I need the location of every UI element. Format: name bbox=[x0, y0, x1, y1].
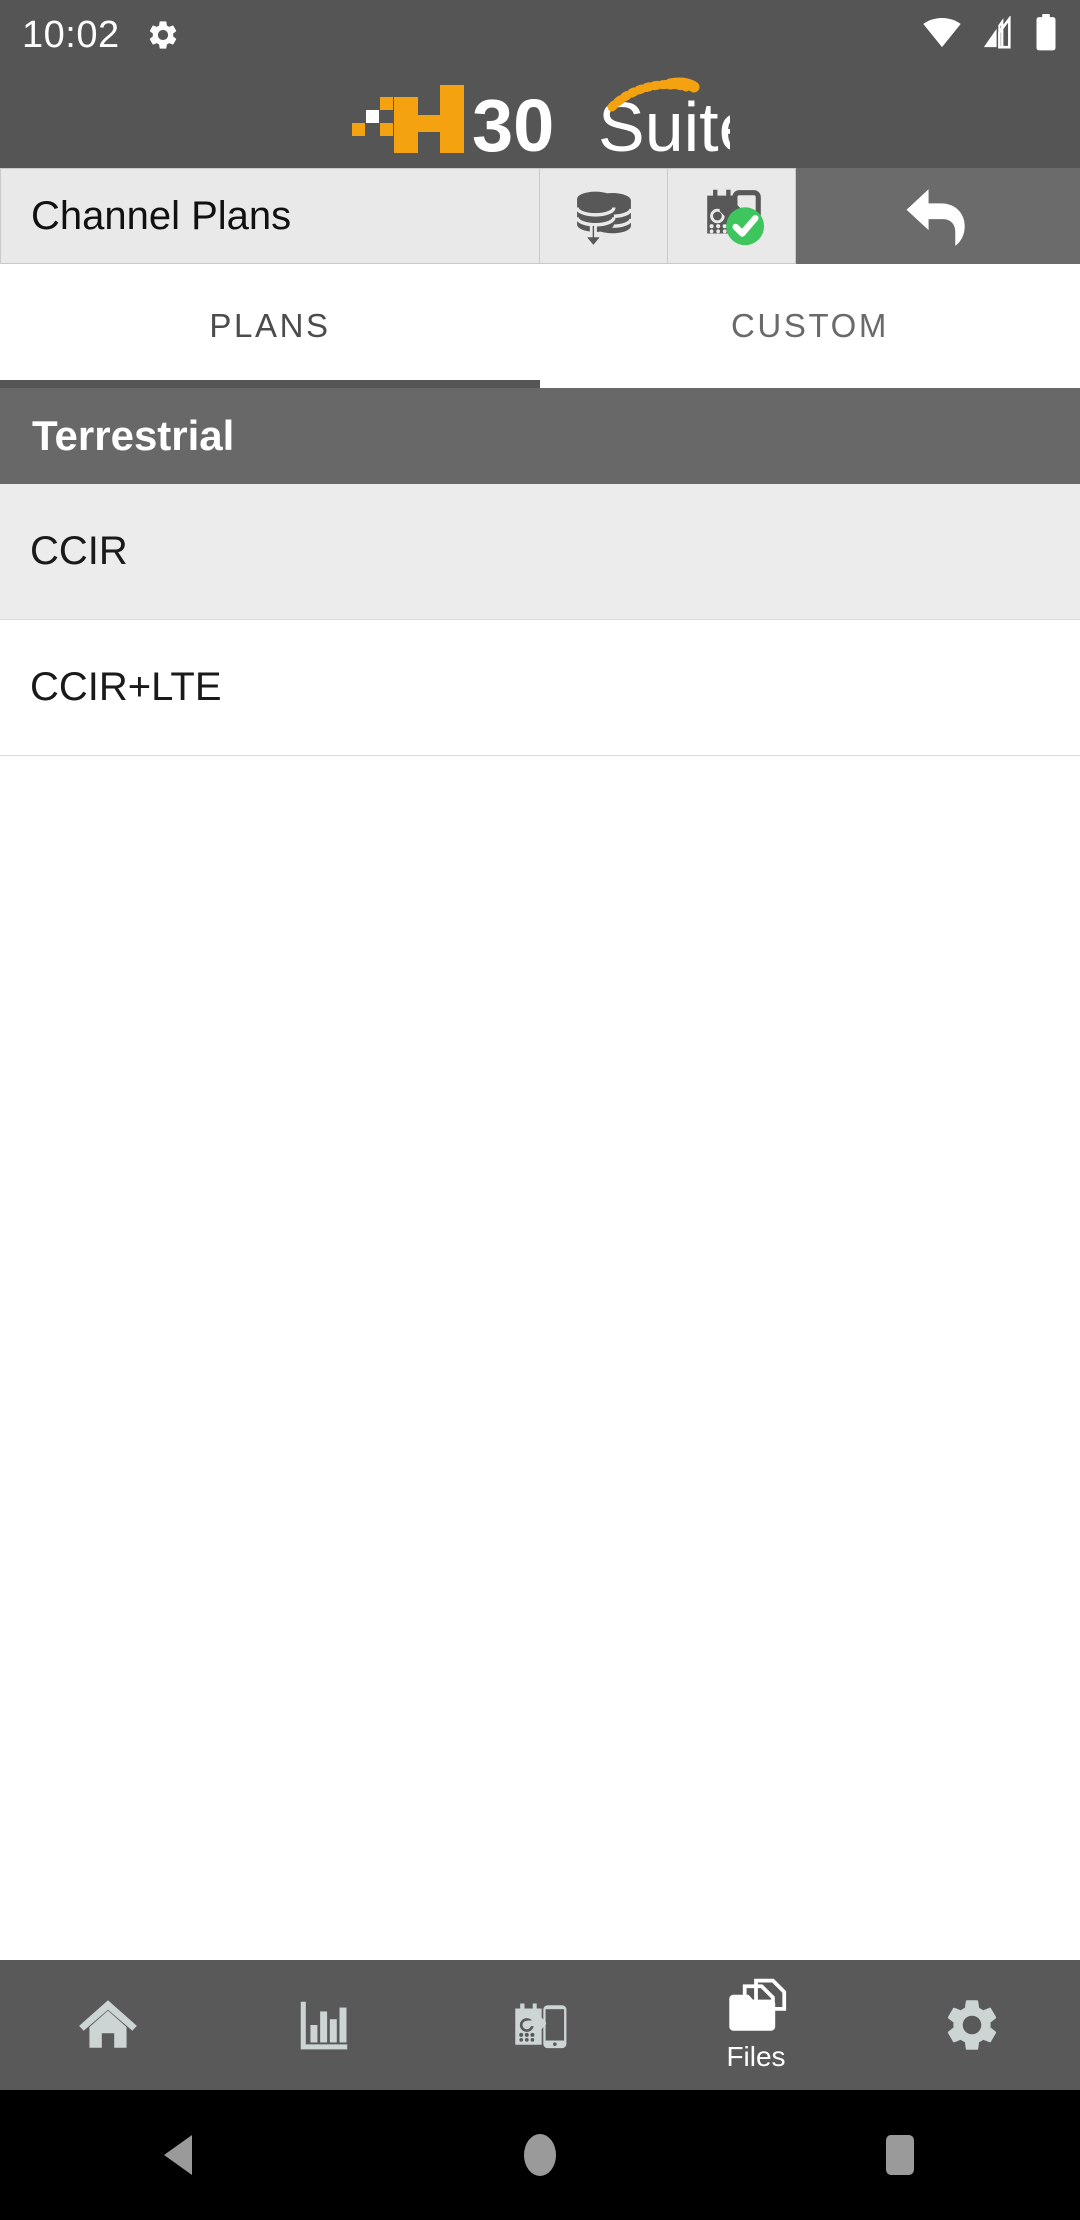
cell-signal-icon bbox=[980, 14, 1016, 55]
h30-suite-logo: 30 Suite bbox=[350, 77, 730, 161]
square-recents-icon bbox=[886, 2135, 914, 2175]
device-sync-check-icon bbox=[706, 189, 764, 246]
list-item[interactable]: CCIR bbox=[0, 484, 1080, 620]
triangle-back-icon bbox=[164, 2135, 192, 2175]
nav-measurements[interactable] bbox=[216, 1960, 432, 2090]
status-bar: 10:02 bbox=[0, 0, 1080, 70]
page-toolbar: Channel Plans bbox=[0, 168, 1080, 264]
back-button[interactable] bbox=[796, 168, 1080, 264]
status-time: 10:02 bbox=[22, 13, 120, 56]
section-header-terrestrial: Terrestrial bbox=[0, 388, 1080, 484]
list-item[interactable]: CCIR+LTE bbox=[0, 620, 1080, 756]
database-download-icon bbox=[574, 191, 633, 250]
bottom-navigation: Files bbox=[0, 1960, 1080, 2090]
back-arrow-icon bbox=[906, 189, 965, 246]
nav-transfer[interactable] bbox=[432, 1960, 648, 2090]
android-back-button[interactable] bbox=[0, 2133, 360, 2177]
home-icon bbox=[79, 2000, 137, 2048]
tab-custom[interactable]: CUSTOM bbox=[540, 264, 1080, 388]
tab-custom-label: CUSTOM bbox=[731, 307, 889, 344]
svg-text:30: 30 bbox=[472, 84, 554, 161]
android-navigation-bar bbox=[0, 2090, 1080, 2220]
wifi-icon bbox=[922, 16, 962, 55]
tab-plans[interactable]: PLANS bbox=[0, 264, 540, 388]
tab-plans-label: PLANS bbox=[209, 307, 331, 344]
app-logo-banner: 30 Suite bbox=[0, 70, 1080, 168]
plan-name: CCIR bbox=[30, 529, 128, 573]
nav-files-label: Files bbox=[726, 2041, 786, 2072]
android-recents-button[interactable] bbox=[720, 2133, 1080, 2177]
nav-home[interactable] bbox=[0, 1960, 216, 2090]
plans-tabbar: PLANS CUSTOM bbox=[0, 264, 1080, 388]
device-sync-ok-button[interactable] bbox=[668, 168, 796, 264]
android-home-button[interactable] bbox=[360, 2131, 720, 2179]
battery-full-icon bbox=[1034, 13, 1058, 57]
database-download-button[interactable] bbox=[540, 168, 668, 264]
section-header-label: Terrestrial bbox=[32, 412, 235, 459]
page-title-text: Channel Plans bbox=[31, 193, 292, 238]
gear-icon bbox=[146, 18, 180, 52]
device-transfer-icon bbox=[515, 2003, 567, 2049]
nav-files[interactable]: Files bbox=[648, 1960, 864, 2090]
nav-settings[interactable] bbox=[864, 1960, 1080, 2090]
plan-name: CCIR+LTE bbox=[30, 665, 222, 709]
files-folder-icon bbox=[729, 1978, 787, 2031]
app-root: 10:02 30 Suit Channel Plans PLANS CUSTOM… bbox=[0, 0, 1080, 2220]
page-title: Channel Plans bbox=[0, 168, 540, 264]
plans-list: CCIR CCIR+LTE bbox=[0, 484, 1080, 756]
logo-graphic: 30 Suite bbox=[352, 77, 730, 161]
circle-home-icon bbox=[524, 2134, 556, 2176]
bar-chart-icon bbox=[300, 2001, 348, 2050]
status-right-icons bbox=[922, 13, 1058, 57]
gear-icon bbox=[947, 2000, 997, 2050]
